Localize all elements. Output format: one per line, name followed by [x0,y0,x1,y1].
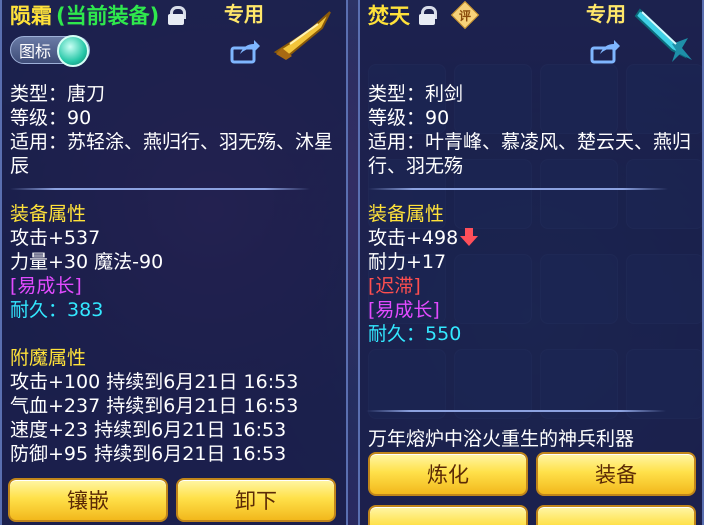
durability-value: 383 [67,299,104,321]
durability-label: 耐久： [368,323,426,345]
section-divider [10,188,310,190]
enchant-line: 攻击+100 持续到6月21日 16:53 [10,371,299,393]
item-description: 万年熔炉中浴火重生的神兵利器 [368,428,635,450]
item-applicable: 适用：叶青峰、慕凌风、楚云天、燕归行、羽无殇 [368,131,692,177]
rate-badge-label: 评 [458,8,471,23]
durability-label: 耐久： [10,299,68,321]
attack-down-arrow-icon [460,228,479,246]
attack-value: 攻击+498 [368,227,459,249]
exclusive-label: 专用 [586,2,626,26]
enchant-title: 附魔属性 [10,347,87,369]
attributes-title: 装备属性 [10,203,87,225]
item-applicable: 适用：苏轻涂、燕归行、羽无殇、沐星辰 [10,131,334,177]
equip-button[interactable]: 装备 [536,452,696,496]
attack-stat: 攻击+498 [368,226,698,250]
unequip-button[interactable]: 卸下 [176,478,336,522]
item-details: 类型：利剑 等级：90 适用：叶青峰、慕凌风、楚云天、燕归行、羽无殇 装备属性 … [368,82,698,346]
rate-badge-icon[interactable]: 评 [452,2,478,28]
item-details: 类型：唐刀 等级：90 适用：苏轻涂、燕归行、羽无殇、沐星辰 装备属性 攻击+5… [10,82,340,466]
secondary-stats: 力量+30 魔法-90 [10,251,164,273]
extra-button[interactable] [368,505,528,525]
enchant-line: 防御+95 持续到6月21日 16:53 [10,443,287,465]
item-header: 焚天 评 [368,0,478,30]
description-divider [366,410,666,412]
trait-growth: [易成长] [10,275,82,297]
share-icon[interactable] [590,40,620,64]
item-type: 类型：唐刀 [10,83,106,105]
durability-value: 550 [425,323,462,345]
refine-button[interactable]: 炼化 [368,452,528,496]
inlay-button[interactable]: 镶嵌 [8,478,168,522]
equipped-tag: (当前装备) [56,4,160,28]
equipped-item-panel: 陨霜 (当前装备) 专用 图标 类型：唐刀 等级：90 适用：苏轻涂、燕归行、羽… [0,0,348,525]
exclusive-label: 专用 [224,2,264,26]
enchant-line: 速度+23 持续到6月21日 16:53 [10,419,287,441]
share-icon[interactable] [230,40,260,64]
icon-toggle[interactable]: 图标 [10,35,90,67]
enchant-line: 气血+237 持续到6月21日 16:53 [10,395,299,417]
item-header: 陨霜 (当前装备) [10,0,187,30]
weapon-sword-icon [634,8,692,62]
lock-icon[interactable] [167,5,187,25]
trait-growth: [易成长] [368,299,440,321]
durability: 耐久：550 [368,322,698,346]
section-divider [368,188,668,190]
icon-toggle-label: 图标 [19,42,52,61]
durability: 耐久：383 [10,298,340,322]
item-name: 焚天 [368,4,410,28]
item-level: 等级：90 [10,107,92,129]
attack-stat: 攻击+537 [10,227,101,249]
trait-sluggish: [迟滞] [368,275,421,297]
stamina-stat: 耐力+17 [368,251,447,273]
item-type: 类型：利剑 [368,83,464,105]
weapon-blade-icon [273,11,331,60]
lock-icon[interactable] [418,5,437,25]
extra-button[interactable] [536,505,696,525]
item-level: 等级：90 [368,107,450,129]
item-name: 陨霜 [10,4,52,28]
toggle-knob [57,35,89,67]
attributes-title: 装备属性 [368,203,445,225]
